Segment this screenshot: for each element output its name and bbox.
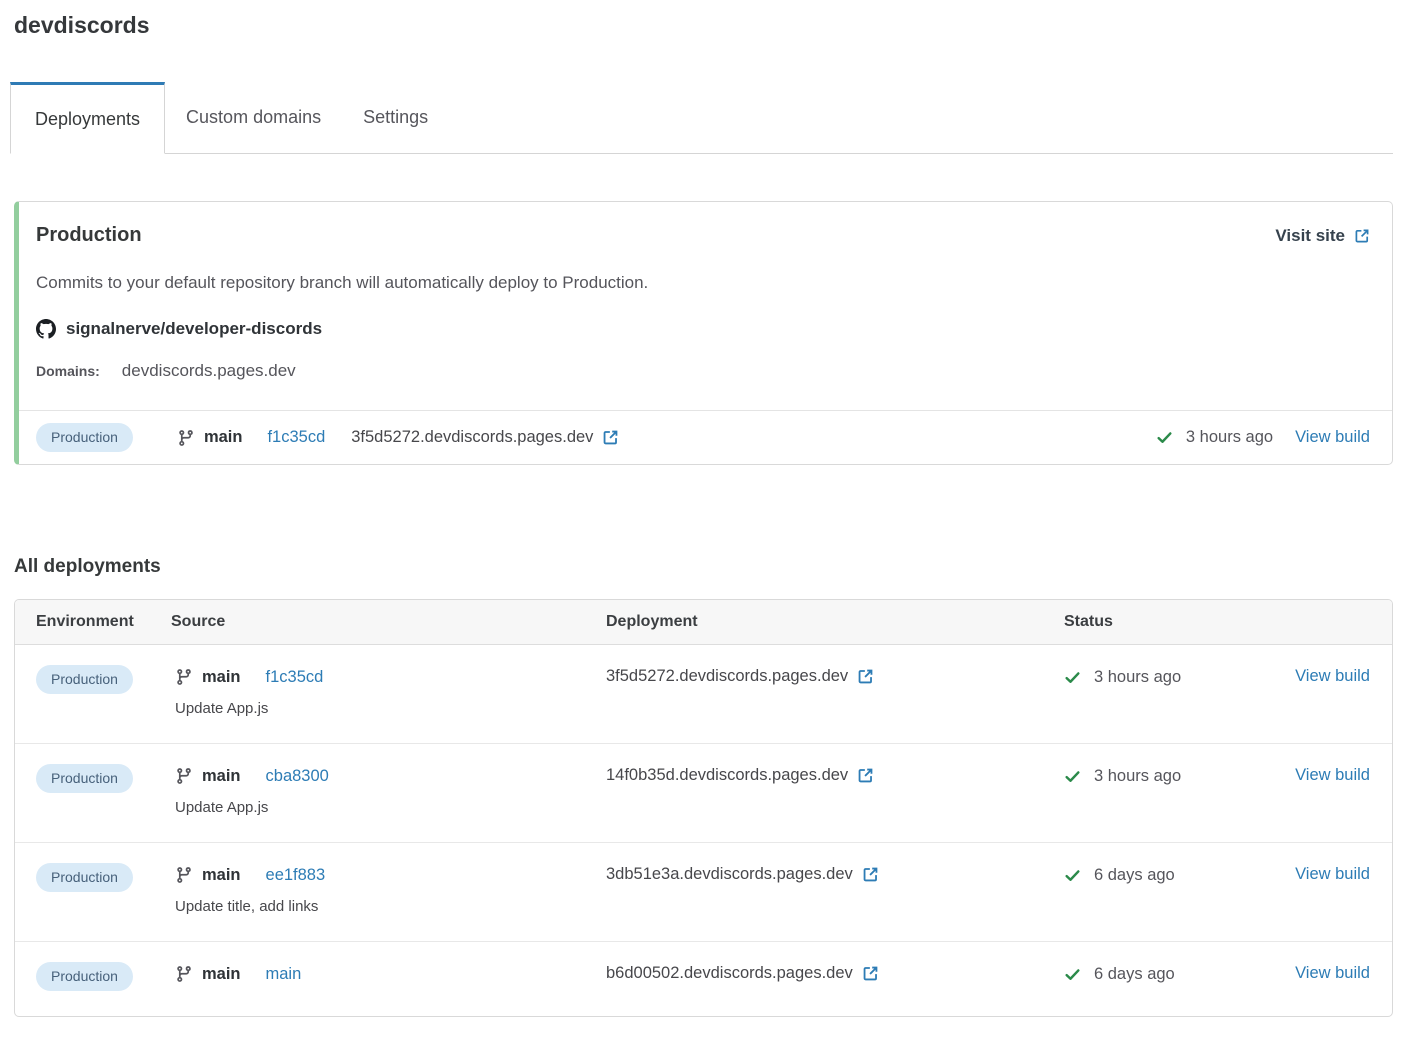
deployment-url: 3f5d5272.devdiscords.pages.dev xyxy=(606,667,848,686)
visit-site-label: Visit site xyxy=(1275,226,1345,246)
production-description: Commits to your default repository branc… xyxy=(36,273,1370,293)
view-build-link[interactable]: View build xyxy=(1295,667,1370,685)
column-header-environment: Environment xyxy=(15,613,171,631)
table-row: Production main main b6d00502.devdiscord… xyxy=(15,941,1392,1016)
git-branch-icon xyxy=(177,429,195,447)
repository-name: signalnerve/developer-discords xyxy=(66,319,322,339)
git-branch-icon xyxy=(175,668,193,686)
environment-badge: Production xyxy=(36,665,133,694)
check-icon xyxy=(1064,669,1081,686)
git-branch-icon xyxy=(175,965,193,983)
git-branch-icon xyxy=(175,767,193,785)
view-build-link[interactable]: View build xyxy=(1295,964,1370,982)
visit-site-link[interactable]: Visit site xyxy=(1275,226,1370,246)
deployments-table: Environment Source Deployment Status Pro… xyxy=(14,599,1393,1017)
external-link-icon[interactable] xyxy=(602,429,619,446)
check-icon xyxy=(1064,768,1081,785)
page-title: devdiscords xyxy=(14,12,1393,39)
commit-link[interactable]: cba8300 xyxy=(266,764,329,788)
environment-badge: Production xyxy=(36,764,133,793)
table-row: Production main cba8300 Update App.js 14… xyxy=(15,743,1392,842)
environment-badge: Production xyxy=(36,962,133,991)
commit-message: Update title, add links xyxy=(175,897,606,916)
external-link-icon xyxy=(1354,228,1370,244)
deployment-url: b6d00502.devdiscords.pages.dev xyxy=(606,964,853,983)
view-build-link[interactable]: View build xyxy=(1295,428,1370,447)
external-link-icon[interactable] xyxy=(857,767,874,784)
table-header-row: Environment Source Deployment Status xyxy=(15,600,1392,645)
table-row: Production main f1c35cd Update App.js 3f… xyxy=(15,645,1392,743)
check-icon xyxy=(1156,429,1173,446)
deployment-url: 14f0b35d.devdiscords.pages.dev xyxy=(606,766,848,785)
commit-link[interactable]: f1c35cd xyxy=(266,665,324,689)
view-build-link[interactable]: View build xyxy=(1295,766,1370,784)
commit-link[interactable]: ee1f883 xyxy=(266,863,326,887)
git-branch-icon xyxy=(175,866,193,884)
commit-link[interactable]: f1c35cd xyxy=(267,428,325,447)
deployment-url: 3db51e3a.devdiscords.pages.dev xyxy=(606,865,853,884)
column-header-source: Source xyxy=(171,613,606,631)
production-card-title: Production xyxy=(36,224,142,247)
commit-message: Update App.js xyxy=(175,699,606,718)
deploy-time: 3 hours ago xyxy=(1094,767,1181,786)
production-card: Production Visit site Commits to your de… xyxy=(14,201,1393,465)
external-link-icon[interactable] xyxy=(862,965,879,982)
check-icon xyxy=(1064,867,1081,884)
deploy-time: 6 days ago xyxy=(1094,866,1175,885)
branch-name: main xyxy=(202,863,241,887)
environment-badge: Production xyxy=(36,863,133,892)
tab-custom-domains[interactable]: Custom domains xyxy=(165,82,342,153)
commit-link[interactable]: main xyxy=(266,962,302,986)
tab-settings[interactable]: Settings xyxy=(342,82,449,153)
branch-name: main xyxy=(202,764,241,788)
view-build-link[interactable]: View build xyxy=(1295,865,1370,883)
deploy-time: 3 hours ago xyxy=(1186,428,1273,447)
commit-message: Update App.js xyxy=(175,798,606,817)
external-link-icon[interactable] xyxy=(857,668,874,685)
column-header-deployment: Deployment xyxy=(606,613,1064,631)
all-deployments-title: All deployments xyxy=(14,556,1393,578)
github-icon xyxy=(36,319,56,339)
production-deployment-row: Production main f1c35cd 3f5d5272.devdisc… xyxy=(19,410,1392,464)
environment-badge: Production xyxy=(36,423,133,452)
deploy-time: 6 days ago xyxy=(1094,965,1175,984)
domains-value: devdiscords.pages.dev xyxy=(122,361,296,381)
domains-label: Domains: xyxy=(36,363,100,379)
tab-deployments[interactable]: Deployments xyxy=(10,82,165,154)
deployment-url: 3f5d5272.devdiscords.pages.dev xyxy=(351,428,593,447)
external-link-icon[interactable] xyxy=(862,866,879,883)
branch-name: main xyxy=(202,962,241,986)
branch-name: main xyxy=(202,665,241,689)
branch-name: main xyxy=(204,428,243,447)
tab-bar: Deployments Custom domains Settings xyxy=(14,82,1393,154)
column-header-status: Status xyxy=(1064,613,1264,631)
check-icon xyxy=(1064,966,1081,983)
deploy-time: 3 hours ago xyxy=(1094,668,1181,687)
table-row: Production main ee1f883 Update title, ad… xyxy=(15,842,1392,941)
